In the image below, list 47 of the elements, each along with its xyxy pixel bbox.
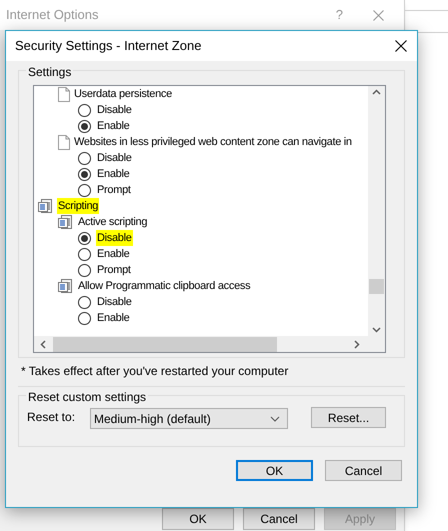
radio-button[interactable] — [78, 296, 91, 308]
script-icon — [58, 278, 74, 294]
page-icon — [58, 86, 70, 102]
script-icon — [58, 214, 74, 230]
option-label: Disable — [96, 102, 133, 118]
option-label: Disable — [96, 230, 133, 246]
dialog-title: Security Settings - Internet Zone — [15, 37, 202, 56]
setting-label: Websites in less privileged web content zone can navigate in — [73, 134, 353, 150]
option-label: Prompt — [96, 262, 132, 278]
restart-note: * Takes effect after you've restarted your computer — [21, 363, 290, 378]
dialog-button[interactable]: OK — [236, 460, 313, 481]
option-label: Prompt — [96, 182, 132, 198]
option-label: Disable — [96, 150, 133, 166]
vertical-scrollbar[interactable] — [368, 86, 385, 336]
radio-button[interactable] — [78, 232, 91, 244]
close-icon[interactable] — [395, 40, 407, 52]
script-icon — [38, 198, 54, 214]
radio-button[interactable] — [78, 104, 91, 116]
setting-label: Active scripting — [77, 214, 148, 230]
radio-button[interactable] — [78, 312, 91, 324]
reset-to-label: Reset to: — [27, 409, 76, 426]
radio-button[interactable] — [78, 264, 91, 276]
window-title: Internet Options — [6, 6, 98, 24]
option-label: Disable — [96, 294, 133, 310]
reset-button[interactable]: Reset... — [311, 407, 386, 428]
scroll-thumb[interactable] — [53, 336, 277, 352]
setting-label: Userdata persistence — [73, 86, 173, 102]
option-label: Enable — [96, 310, 130, 326]
radio-button[interactable] — [78, 152, 91, 164]
chevron-down-icon — [270, 416, 280, 422]
scroll-thumb[interactable] — [369, 279, 384, 294]
radio-button[interactable] — [78, 184, 91, 196]
option-label: Enable — [96, 166, 130, 182]
dialog-button[interactable]: Cancel — [243, 508, 315, 530]
dialog-button[interactable]: OK — [162, 508, 234, 530]
category-label: Scripting — [57, 198, 100, 214]
option-label: Enable — [96, 246, 130, 262]
horizontal-scrollbar[interactable] — [34, 336, 385, 352]
dialog-button[interactable]: Cancel — [325, 460, 402, 481]
option-label: Enable — [96, 118, 130, 134]
settings-list[interactable] — [33, 85, 386, 353]
setting-label: Allow Programmatic clipboard access — [77, 278, 252, 294]
page-icon — [58, 134, 70, 150]
level-dropdown[interactable]: Medium-high (default) — [90, 408, 288, 429]
radio-button[interactable] — [78, 120, 91, 132]
radio-button[interactable] — [78, 168, 91, 180]
radio-button[interactable] — [78, 248, 91, 260]
